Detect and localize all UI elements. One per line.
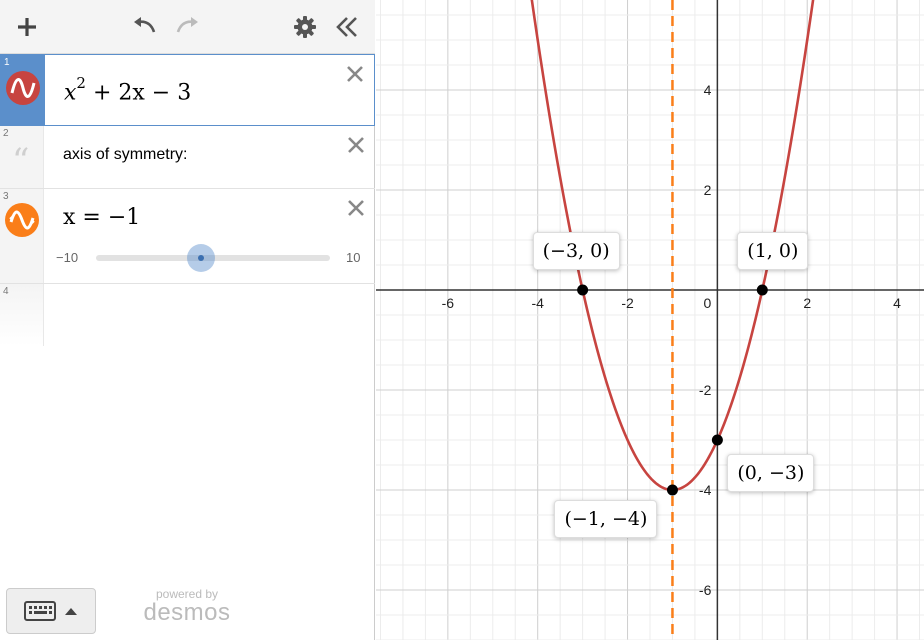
graph-canvas[interactable]: -6 -4 -2 0 2 4 4 2 -2 -4 -6 (−3, 0) (1, 0) (0, −3) (−… [376,0,924,640]
x-tick-label: -4 [531,295,544,311]
delete-expression-2-icon[interactable] [343,132,369,158]
slider-math-input[interactable]: x = −1 [63,205,140,230]
delete-expression-3-icon[interactable] [343,195,369,221]
expression-panel: 1 x2 + 2x − 3 2 “ axis of symmetry: 3 x … [0,0,375,640]
empty-expression-row-4[interactable]: 4 [0,284,375,346]
expression-index: 1 [4,57,10,68]
expression-math-input[interactable]: x2 + 2x − 3 [64,74,192,106]
point-marker[interactable] [577,284,589,296]
x-tick-label: 0 [703,295,711,311]
point-marker[interactable] [666,484,678,496]
graph-svg[interactable]: -6 -4 -2 0 2 4 4 2 -2 -4 -6 [376,0,924,640]
point-label[interactable]: (1, 0) [737,232,809,270]
expression-gutter: 3 [0,189,44,283]
redo-icon[interactable] [170,10,204,44]
slider-color-toggle-icon[interactable] [5,203,39,237]
point-label[interactable]: (0, −3) [727,454,815,492]
y-tick-label: -4 [699,482,712,498]
x-tick-label: 4 [893,295,901,311]
keyboard-icon [24,601,56,621]
graph-color-toggle-icon[interactable] [6,71,40,105]
gear-icon[interactable] [288,10,322,44]
point-label[interactable]: (−3, 0) [532,232,620,270]
y-tick-label: -6 [699,582,712,598]
desmos-brand-text: desmos [143,599,231,626]
double-chevron-left-icon[interactable] [330,10,364,44]
caret-up-icon [65,608,77,615]
y-tick-label: -2 [699,382,712,398]
point-marker[interactable] [711,434,723,446]
x-tick-label: 2 [803,295,811,311]
note-quote-icon: “ [12,141,30,181]
expression-gutter: 2 “ [0,126,44,188]
slider-max-label[interactable]: 10 [346,250,360,265]
math-rest: + 2x − 3 [92,80,192,106]
expression-toolbar [0,0,375,54]
undo-icon[interactable] [128,10,162,44]
keyboard-toggle-button[interactable] [6,588,96,634]
note-row-2[interactable]: 2 “ axis of symmetry: [0,126,375,189]
y-tick-label: 2 [704,182,712,198]
x-tick-label: -2 [621,295,634,311]
expression-row-1[interactable]: 1 x2 + 2x − 3 [0,54,375,126]
plus-icon[interactable] [10,10,44,44]
expression-gutter: 1 [1,55,45,125]
slider-min-label[interactable]: −10 [56,250,78,265]
point-marker[interactable] [756,284,768,296]
point-label[interactable]: (−1, −4) [554,500,658,538]
slider-handle[interactable] [187,244,216,272]
powered-by-desmos-logo: powered by desmos [140,587,234,625]
expression-index: 4 [3,286,9,297]
y-tick-label: 4 [704,82,712,98]
delete-expression-1-icon[interactable] [342,61,368,87]
expression-gutter: 4 [0,284,44,346]
expression-index: 3 [3,191,9,202]
math-variable: x [64,80,77,106]
note-text[interactable]: axis of symmetry: [63,146,187,164]
slider-row-3[interactable]: 3 x = −1 −10 10 [0,189,375,284]
x-tick-label: -6 [442,295,455,311]
expression-index: 2 [3,128,9,139]
math-exponent: 2 [76,74,86,92]
